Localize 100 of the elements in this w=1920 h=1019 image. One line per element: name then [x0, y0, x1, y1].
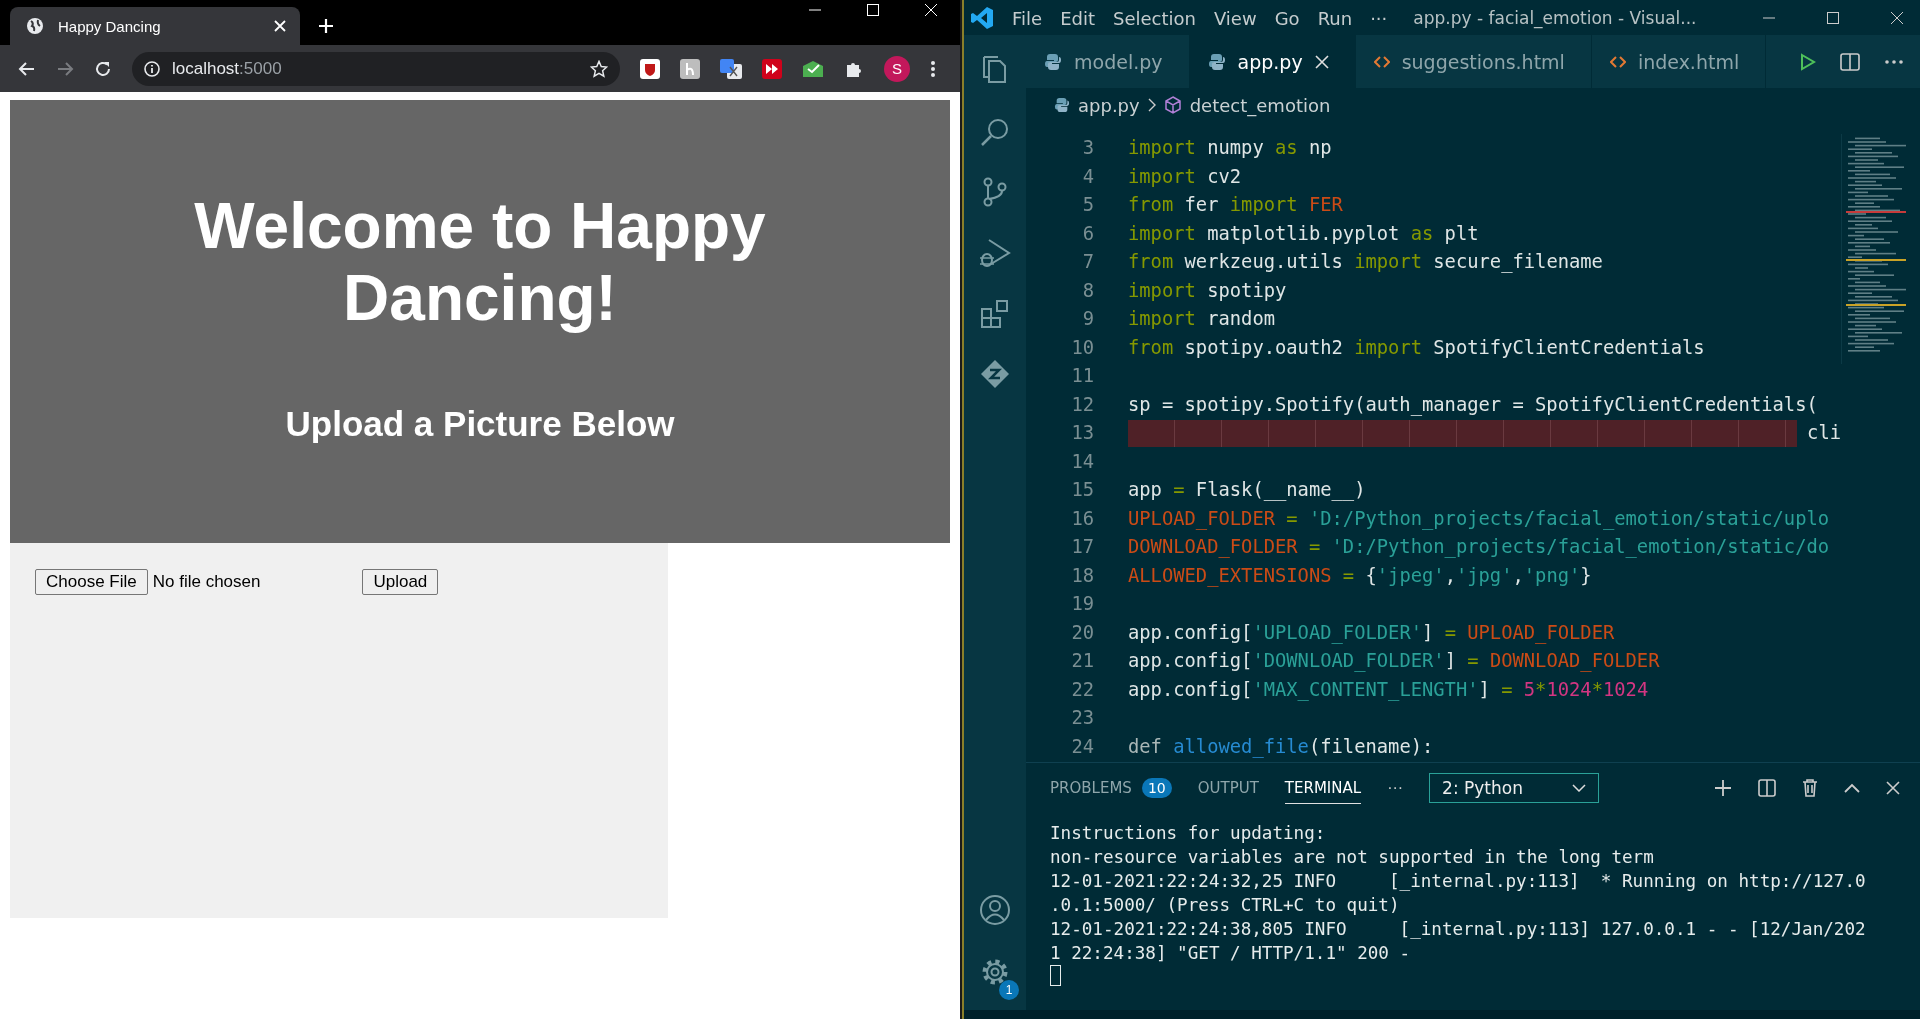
terminal-line: Instructions for updating: [1050, 822, 1327, 845]
python-file-icon [1054, 97, 1070, 113]
code-line: UPLOAD_FOLDER = 'D:/Python_projects/facial_emotion/static/uplo [1128, 506, 1830, 532]
search-icon[interactable] [980, 117, 1010, 147]
code-line: ALLOWED_EXTENSIONS = {'jpeg','jpg','png'} [1128, 563, 1592, 589]
account-icon[interactable] [979, 894, 1011, 926]
code-line: from spotipy.oauth2 import SpotifyClientCredentials [1128, 335, 1705, 360]
file-status: No file chosen [152, 572, 261, 592]
globe-icon [26, 17, 44, 35]
line-number: 12 [1070, 392, 1094, 417]
mail-icon[interactable] [802, 59, 824, 78]
split-editor-icon[interactable] [1840, 52, 1860, 71]
terminal-line: 12-01-2021:22:24:38,805 INFO [_internal.py:113] 127.0.0.1 - - [12/Jan/202 [1050, 918, 1867, 941]
line-number: 17 [1070, 535, 1094, 559]
terminal-line: .0.1:5000/ (Press CTRL+C to quit) [1050, 894, 1401, 917]
code-line: app = Flask(__name__) [1128, 478, 1366, 503]
code-line: import cv2 [1128, 164, 1242, 189]
menu-item[interactable]: Go [1274, 7, 1300, 29]
shield-extension-icon[interactable] [640, 58, 660, 79]
close-icon[interactable] [1314, 54, 1329, 69]
code-line: app.config['UPLOAD_FOLDER'] = UPLOAD_FOLDER [1128, 620, 1615, 646]
code-line: import random [1128, 307, 1275, 331]
line-number: 7 [1081, 250, 1094, 274]
chevron-down-icon [1572, 784, 1587, 792]
plus-icon[interactable] [1714, 779, 1732, 797]
line-number: 15 [1070, 478, 1094, 502]
menu-item[interactable]: Run [1317, 7, 1353, 29]
line-number: 3 [1081, 136, 1094, 160]
translate-icon[interactable] [720, 58, 742, 79]
menu-item[interactable]: ··· [1370, 7, 1388, 29]
extensions-icon[interactable] [980, 299, 1010, 329]
line-number: 5 [1081, 193, 1094, 217]
cube-icon [1163, 96, 1182, 114]
source-control-icon[interactable] [981, 177, 1009, 207]
line-number: 20 [1070, 620, 1094, 645]
line-number: 11 [1070, 364, 1094, 388]
panel-tab[interactable]: PROBLEMS 10 [1050, 771, 1172, 805]
line-number: 6 [1081, 221, 1094, 246]
run-debug-icon[interactable] [979, 237, 1011, 269]
chevron-up-icon[interactable] [1844, 783, 1860, 793]
split-terminal-icon[interactable] [1758, 779, 1776, 797]
menu-item[interactable]: File [1012, 7, 1043, 29]
trash-icon[interactable] [1802, 779, 1818, 797]
code-line: from fer import FER [1128, 193, 1343, 217]
forward-icon[interactable] [56, 59, 74, 78]
star-icon[interactable] [590, 59, 608, 78]
panel-tab[interactable]: OUTPUT [1197, 772, 1259, 804]
maximize-icon[interactable] [1826, 11, 1840, 25]
code-line: def allowed_file(filename): [1128, 734, 1434, 760]
line-number: 22 [1070, 677, 1094, 702]
code-brackets-icon [1609, 54, 1626, 69]
new-tab-icon[interactable] [318, 18, 334, 34]
panel-tab[interactable]: TERMINAL [1284, 772, 1362, 804]
line-number: 13 [1070, 421, 1094, 445]
code-line: app.config['MAX_CONTENT_LENGTH'] = 5*1024*1024 [1128, 677, 1649, 703]
code-line: DOWNLOAD_FOLDER = 'D:/Python_projects/facial_emotion/static/do [1128, 535, 1830, 560]
editor-tab[interactable]: app.py [1189, 35, 1356, 88]
line-number: 18 [1070, 563, 1094, 588]
extension-icon[interactable] [680, 58, 700, 79]
upload-button[interactable]: Upload [362, 569, 439, 595]
menu-icon[interactable] [930, 59, 936, 78]
url-host: localhost [172, 58, 240, 78]
chevron-icon [1147, 98, 1156, 112]
address-bar[interactable]: localhost:5000 [132, 51, 620, 86]
line-number: 14 [1070, 449, 1094, 474]
page-heading: Welcome to Happy Dancing! [193, 190, 767, 334]
breadcrumb-item[interactable]: detect_emotion [1189, 94, 1331, 116]
breadcrumb-item[interactable]: app.py [1078, 94, 1140, 116]
line-number: 24 [1070, 734, 1094, 759]
profile-avatar[interactable]: S [884, 55, 910, 82]
line-number: 9 [1081, 307, 1094, 331]
python-file-icon [1207, 52, 1226, 71]
forward-extension-icon[interactable] [762, 58, 782, 79]
terminal-dropdown[interactable]: 2: Python [1429, 773, 1600, 803]
close-icon[interactable] [1886, 781, 1900, 795]
terminal-cursor [1050, 965, 1061, 986]
close-icon[interactable] [1890, 11, 1904, 25]
more-menu[interactable]: ··· [1387, 779, 1404, 797]
info-icon [144, 60, 160, 77]
back-icon[interactable] [18, 59, 36, 78]
choose-file-button[interactable]: Choose File [35, 569, 148, 595]
menu-item[interactable]: View [1213, 7, 1257, 29]
run-icon[interactable] [1800, 52, 1816, 71]
code-line: import matplotlib.pyplot as plt [1128, 221, 1479, 246]
line-number: 23 [1070, 706, 1094, 730]
app-logo-icon [970, 6, 994, 30]
code-line: from werkzeug.utils import secure_filename [1128, 250, 1603, 275]
menu-item[interactable]: Edit [1060, 7, 1095, 29]
page-subheading: Upload a Picture Below [284, 404, 676, 444]
reload-icon[interactable] [94, 59, 112, 78]
terminal-line: 1 22:24:38] "GET / HTTP/1.1" 200 - [1050, 942, 1412, 965]
browser-tab[interactable]: Happy Dancing [10, 7, 300, 45]
code-line: sp = spotipy.Spotify(auth_manager = SpotifyClientCredentials( [1128, 392, 1818, 418]
diamond-z-icon[interactable] [980, 359, 1010, 389]
line-number: 19 [1070, 592, 1094, 616]
more-icon[interactable] [1884, 58, 1904, 65]
line-number: 10 [1070, 335, 1094, 360]
code-brackets-icon [1373, 54, 1390, 69]
menu-item[interactable]: Selection [1113, 7, 1196, 29]
terminal-line: non-resource variables are not supported in the long term [1050, 846, 1655, 869]
